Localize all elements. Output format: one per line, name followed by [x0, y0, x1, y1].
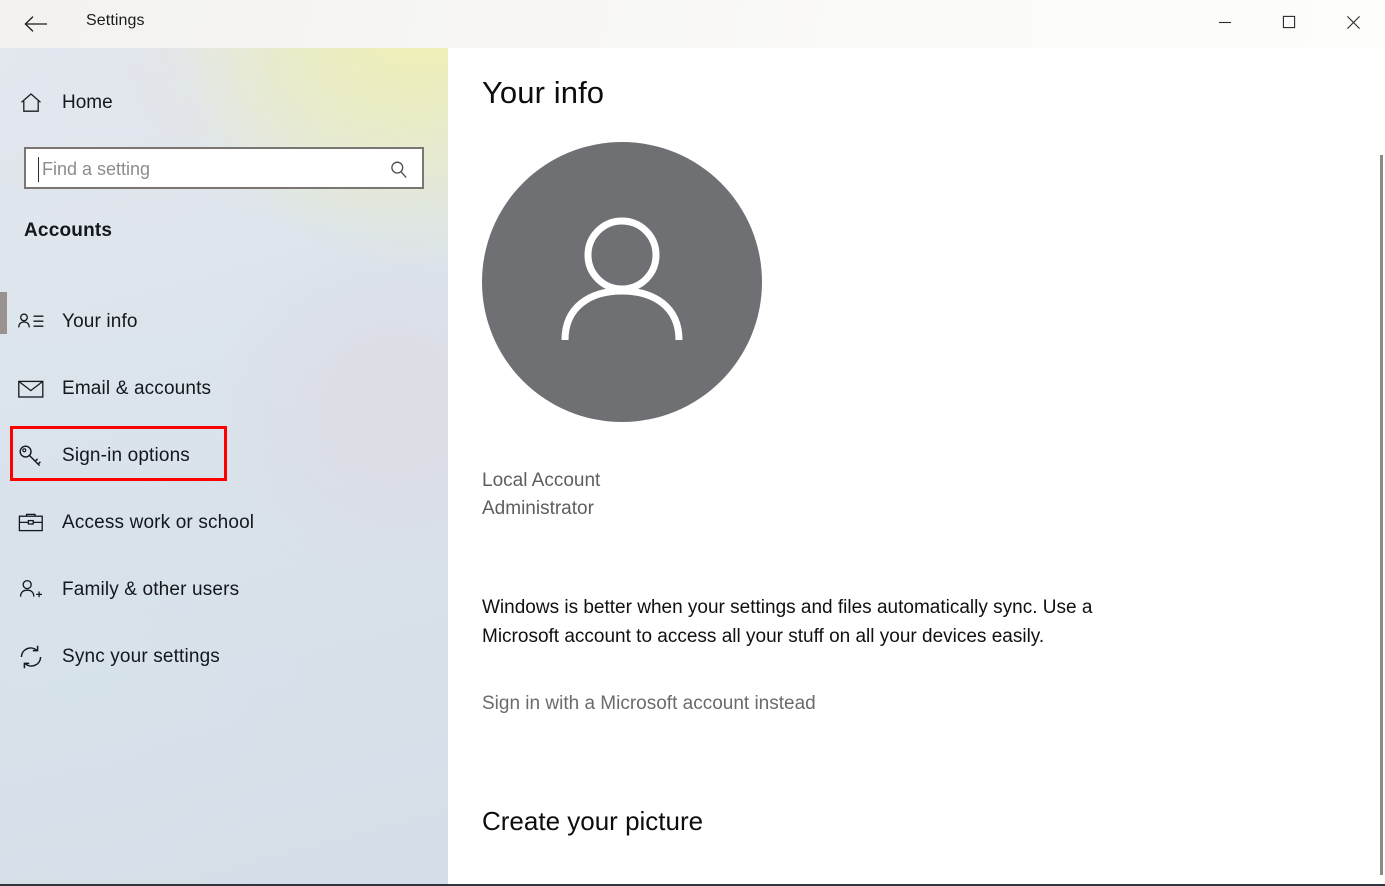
window-title: Settings — [86, 12, 145, 29]
sidebar-item-home-label: Home — [62, 92, 113, 113]
search-caret — [38, 157, 39, 182]
sign-in-microsoft-link[interactable]: Sign in with a Microsoft account instead — [482, 693, 816, 715]
search-placeholder: Find a setting — [42, 159, 151, 179]
sidebar-item-access-work-school-label: Access work or school — [62, 511, 255, 533]
window-controls — [1193, 0, 1385, 48]
sidebar-item-email-accounts[interactable]: Email & accounts — [0, 355, 448, 422]
envelope-icon — [0, 378, 62, 400]
home-icon — [0, 90, 62, 116]
back-button[interactable] — [14, 6, 58, 42]
briefcase-icon — [0, 511, 62, 535]
sidebar-item-sync-your-settings[interactable]: Sync your settings — [0, 623, 448, 690]
maximize-button[interactable] — [1257, 0, 1321, 44]
sidebar-item-your-info[interactable]: Your info — [0, 288, 448, 355]
minimize-button[interactable] — [1193, 0, 1257, 44]
key-icon — [0, 443, 62, 469]
sidebar-item-family-other-users[interactable]: Family & other users — [0, 556, 448, 623]
avatar[interactable] — [482, 142, 762, 422]
sidebar: Home Find a setting Accounts Your info E… — [0, 0, 448, 884]
account-name: Local Account — [482, 470, 601, 491]
sidebar-item-home[interactable]: Home — [0, 82, 300, 124]
sidebar-item-sign-in-options[interactable]: Sign-in options — [0, 422, 448, 489]
sidebar-item-sync-your-settings-label: Sync your settings — [62, 645, 220, 667]
sidebar-item-family-other-users-label: Family & other users — [62, 578, 240, 600]
sidebar-item-sign-in-options-label: Sign-in options — [62, 444, 190, 466]
account-role: Administrator — [482, 498, 594, 519]
search-input[interactable]: Find a setting — [24, 147, 424, 189]
title-bar: Settings — [0, 0, 1385, 48]
sidebar-item-email-accounts-label: Email & accounts — [62, 377, 212, 399]
sync-icon — [0, 644, 62, 670]
settings-window: Home Find a setting Accounts Your info E… — [0, 0, 1385, 886]
content-scrollbar[interactable] — [1380, 155, 1383, 875]
sidebar-nav-list: Your info Email & accounts Sign-in optio… — [0, 288, 448, 690]
sidebar-item-your-info-label: Your info — [62, 310, 138, 332]
sync-description: Windows is better when your settings and… — [482, 597, 1093, 647]
search-icon[interactable] — [388, 159, 410, 181]
add-user-icon — [0, 577, 62, 603]
content-area: Your info Local Account Administrator Wi… — [448, 48, 1385, 884]
sidebar-section-title: Accounts — [24, 220, 113, 241]
user-details-icon — [0, 310, 62, 334]
sidebar-item-access-work-school[interactable]: Access work or school — [0, 489, 448, 556]
page-title: Your info — [482, 75, 605, 110]
create-your-picture-title: Create your picture — [482, 806, 704, 836]
close-button[interactable] — [1321, 0, 1385, 44]
